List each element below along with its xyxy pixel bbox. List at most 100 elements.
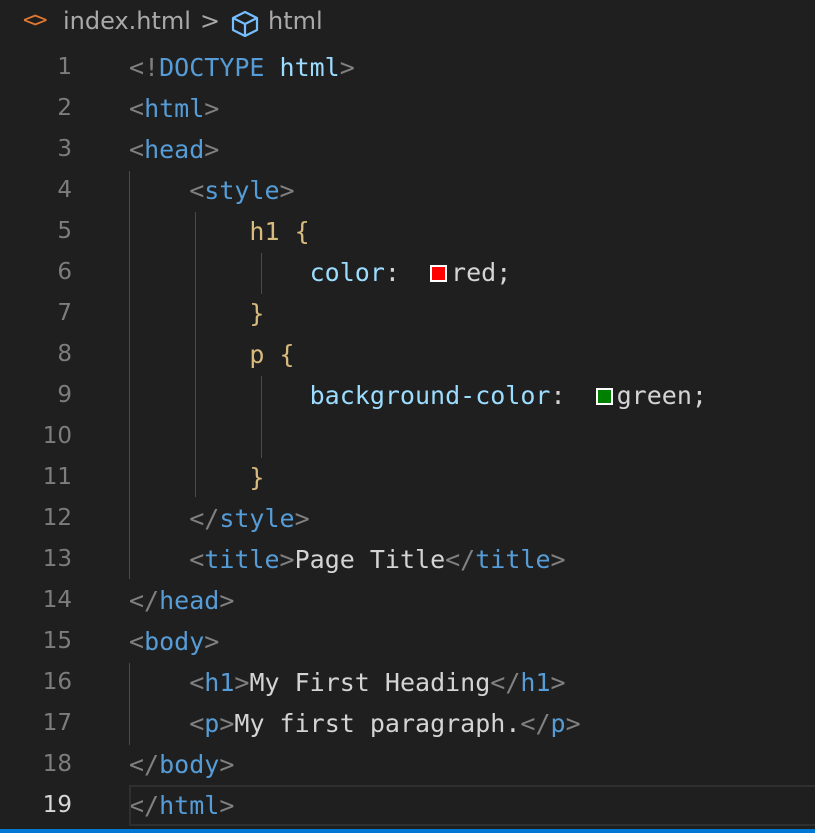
- code-token: <: [129, 135, 145, 164]
- line-content: <p>My first paragraph.</p>: [129, 703, 581, 744]
- code-token: :: [384, 258, 431, 287]
- line-content: }: [129, 293, 264, 334]
- code-token: </: [129, 586, 160, 615]
- code-line[interactable]: 9 background-color: green;: [0, 375, 815, 416]
- code-line[interactable]: 13 <title>Page Title</title>: [0, 539, 815, 580]
- code-line[interactable]: 14 </head>: [0, 580, 815, 621]
- symbol-cube-icon: [229, 10, 261, 38]
- code-line[interactable]: 6 color: red;: [0, 252, 815, 293]
- line-number: 13: [42, 546, 72, 572]
- code-token: style: [204, 176, 280, 205]
- color-swatch-icon[interactable]: [430, 265, 448, 282]
- code-token: >: [339, 53, 355, 82]
- code-token: html: [159, 791, 220, 820]
- breadcrumb-symbol[interactable]: html: [268, 7, 323, 35]
- code-token: >: [565, 709, 581, 738]
- code-token: >: [550, 545, 566, 574]
- code-area[interactable]: 1 <!DOCTYPE html> 2 <html> 3 <head> 4 <style> 5…: [0, 47, 815, 826]
- line-number: 2: [57, 95, 72, 121]
- code-token: body: [144, 627, 205, 656]
- line-number: 8: [57, 341, 72, 367]
- code-line[interactable]: 5 h1 {: [0, 211, 815, 252]
- code-token: {: [279, 340, 295, 369]
- code-line[interactable]: 2 <html>: [0, 88, 815, 129]
- line-number: 3: [57, 136, 72, 162]
- code-token: :: [550, 381, 596, 410]
- breadcrumb-separator: >: [200, 7, 221, 35]
- code-token: >: [219, 586, 235, 615]
- code-line[interactable]: 7 }: [0, 293, 815, 334]
- line-content: <style>: [129, 170, 295, 211]
- indent-guide: [261, 376, 262, 458]
- line-number: 10: [42, 423, 72, 449]
- color-swatch-icon[interactable]: [595, 388, 613, 405]
- code-line[interactable]: 15 <body>: [0, 621, 815, 662]
- code-token: >: [294, 504, 310, 533]
- code-line[interactable]: 10: [0, 416, 815, 457]
- code-token: Page Title: [294, 545, 446, 574]
- code-token: green;: [616, 381, 707, 410]
- breadcrumb-file[interactable]: index.html: [63, 7, 191, 35]
- code-token: >: [219, 709, 235, 738]
- code-token: >: [204, 135, 220, 164]
- code-token: body: [159, 750, 220, 779]
- code-token: style: [219, 504, 295, 533]
- code-line[interactable]: 16 <h1>My First Heading</h1>: [0, 662, 815, 703]
- line-content: <head>: [129, 129, 219, 170]
- status-bar-edge: [0, 829, 815, 833]
- line-content: <title>Page Title</title>: [129, 539, 566, 580]
- breadcrumb: <> index.html > html: [0, 0, 815, 48]
- line-content: color: red;: [129, 252, 512, 293]
- code-line[interactable]: 3 <head>: [0, 129, 815, 170]
- indent-guide: [129, 171, 130, 579]
- code-line[interactable]: 1 <!DOCTYPE html>: [0, 47, 815, 88]
- line-content: </html>: [129, 785, 234, 826]
- indent-guide: [195, 212, 196, 497]
- line-number: 6: [57, 259, 72, 285]
- code-token: >: [219, 750, 235, 779]
- code-token: h1: [204, 668, 235, 697]
- code-token: title: [475, 545, 551, 574]
- line-number: 1: [57, 54, 72, 80]
- code-token: p: [204, 709, 220, 738]
- code-token: <: [189, 176, 205, 205]
- indent-guide: [261, 253, 262, 294]
- code-line[interactable]: 19 </html>: [0, 785, 815, 826]
- code-token: title: [204, 545, 280, 574]
- code-line[interactable]: 18 </body>: [0, 744, 815, 785]
- line-content: }: [129, 457, 264, 498]
- code-line[interactable]: 17 <p>My first paragraph.</p>: [0, 703, 815, 744]
- code-token: html: [144, 94, 205, 123]
- code-token: >: [550, 668, 566, 697]
- line-number: 7: [57, 300, 72, 326]
- code-token: </: [189, 504, 220, 533]
- code-line[interactable]: 11 }: [0, 457, 815, 498]
- line-content: <h1>My First Heading</h1>: [129, 662, 566, 703]
- code-line[interactable]: 12 </style>: [0, 498, 815, 539]
- line-content: background-color: green;: [129, 375, 707, 416]
- line-content: </style>: [129, 498, 310, 539]
- line-number: 16: [42, 669, 72, 695]
- code-token: background-color: [309, 381, 551, 410]
- code-token: DOCTYPE: [159, 53, 265, 82]
- code-token: >: [279, 176, 295, 205]
- line-number: 5: [57, 218, 72, 244]
- line-number: 4: [57, 177, 72, 203]
- code-token: <!: [129, 53, 160, 82]
- code-editor[interactable]: <> index.html > html 1 <!DOCTYPE html> 2 <h…: [0, 0, 815, 833]
- line-number: 18: [42, 751, 72, 777]
- code-token: <: [129, 627, 145, 656]
- code-token: >: [219, 791, 235, 820]
- code-line[interactable]: 8 p {: [0, 334, 815, 375]
- code-line[interactable]: 4 <style>: [0, 170, 815, 211]
